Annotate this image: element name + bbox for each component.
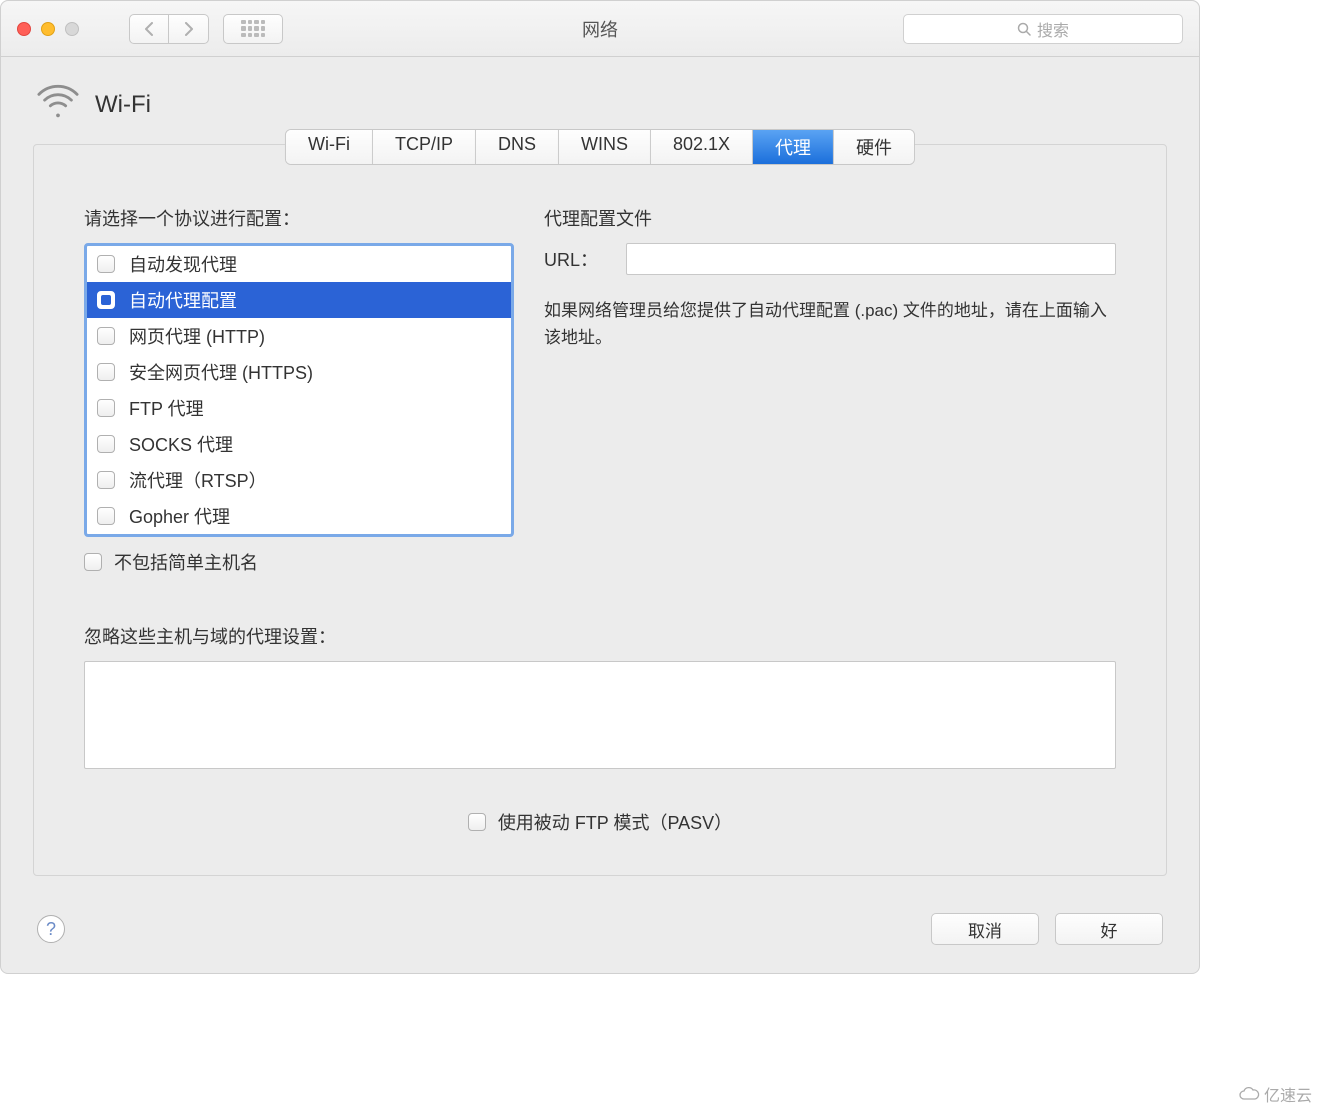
chevron-left-icon: [146, 23, 152, 35]
bypass-label: 忽略这些主机与域的代理设置：: [84, 623, 1116, 649]
protocol-select-label: 请选择一个协议进行配置：: [84, 205, 514, 231]
close-window-button[interactable]: [17, 22, 31, 36]
tab-dns[interactable]: DNS: [476, 130, 559, 164]
protocol-item[interactable]: SOCKS 代理: [87, 426, 511, 462]
search-input[interactable]: 搜索: [903, 14, 1183, 44]
settings-panel: Wi-FiTCP/IPDNSWINS802.1X代理硬件 请选择一个协议进行配置…: [33, 144, 1167, 876]
protocol-checkbox[interactable]: [97, 255, 115, 273]
right-column: 代理配置文件 URL： 如果网络管理员给您提供了自动代理配置 (.pac) 文件…: [544, 205, 1116, 575]
minimize-window-button[interactable]: [41, 22, 55, 36]
protocol-label: FTP 代理: [129, 395, 204, 421]
watermark: 亿速云: [1238, 1082, 1312, 1106]
protocol-label: 流代理（RTSP）: [129, 467, 267, 493]
panel-body: 请选择一个协议进行配置： 自动发现代理自动代理配置网页代理 (HTTP) 安全网页…: [34, 145, 1166, 595]
search-icon: [1017, 22, 1031, 36]
protocol-label: 自动发现代理: [129, 251, 237, 277]
protocol-item[interactable]: 自动代理配置: [87, 282, 511, 318]
back-button[interactable]: [129, 14, 169, 44]
protocol-checkbox[interactable]: [97, 363, 115, 381]
bypass-textarea[interactable]: [84, 661, 1116, 769]
watermark-text: 亿速云: [1264, 1082, 1312, 1106]
protocol-label: 安全网页代理 (HTTPS): [129, 359, 313, 385]
chevron-right-icon: [186, 23, 192, 35]
protocol-checkbox[interactable]: [97, 435, 115, 453]
pasv-row: 使用被动 FTP 模式（PASV）: [84, 797, 1116, 835]
window-title: 网络: [582, 16, 618, 42]
protocol-item[interactable]: 安全网页代理 (HTTPS): [87, 354, 511, 390]
button-row: 取消 好: [931, 913, 1163, 945]
help-button[interactable]: ?: [37, 915, 65, 943]
show-all-button[interactable]: [223, 14, 283, 44]
forward-button[interactable]: [169, 14, 209, 44]
protocol-item[interactable]: 网页代理 (HTTP): [87, 318, 511, 354]
protocol-label: SOCKS 代理: [129, 431, 233, 457]
pasv-checkbox[interactable]: [468, 813, 486, 831]
protocol-item[interactable]: 流代理（RTSP）: [87, 462, 511, 498]
search-placeholder: 搜索: [1037, 17, 1069, 41]
protocol-label: 自动代理配置: [129, 287, 237, 313]
protocol-checkbox[interactable]: [97, 327, 115, 345]
ok-button[interactable]: 好: [1055, 913, 1163, 945]
protocol-checkbox[interactable]: [97, 507, 115, 525]
cancel-button[interactable]: 取消: [931, 913, 1039, 945]
exclude-simple-label: 不包括简单主机名: [114, 549, 258, 575]
preferences-window: 网络 搜索 Wi-Fi Wi-FiTCP/IPDNSWINS802.1X代理硬件…: [0, 0, 1200, 974]
pasv-label: 使用被动 FTP 模式（PASV）: [498, 809, 732, 835]
tab-bar: Wi-FiTCP/IPDNSWINS802.1X代理硬件: [285, 129, 915, 165]
pac-heading: 代理配置文件: [544, 205, 1116, 231]
exclude-simple-row: 不包括简单主机名: [84, 549, 514, 575]
wifi-icon: [37, 81, 79, 128]
exclude-simple-checkbox[interactable]: [84, 553, 102, 571]
protocol-item[interactable]: FTP 代理: [87, 390, 511, 426]
tab-8021x[interactable]: 802.1X: [651, 130, 753, 164]
protocol-checkbox[interactable]: [97, 471, 115, 489]
url-row: URL：: [544, 243, 1116, 275]
tab-tcpip[interactable]: TCP/IP: [373, 130, 476, 164]
content-area: Wi-Fi Wi-FiTCP/IPDNSWINS802.1X代理硬件 请选择一个…: [1, 57, 1199, 876]
traffic-lights: [17, 22, 79, 36]
url-input[interactable]: [626, 243, 1116, 275]
protocol-item[interactable]: Gopher 代理: [87, 498, 511, 534]
protocol-checkbox[interactable]: [97, 291, 115, 309]
titlebar: 网络 搜索: [1, 1, 1199, 57]
zoom-window-button[interactable]: [65, 22, 79, 36]
tab-[interactable]: 硬件: [834, 130, 914, 164]
pac-description: 如果网络管理员给您提供了自动代理配置 (.pac) 文件的地址，请在上面输入该地…: [544, 297, 1116, 351]
protocol-item[interactable]: 自动发现代理: [87, 246, 511, 282]
protocol-label: 网页代理 (HTTP): [129, 323, 265, 349]
tab-wins[interactable]: WINS: [559, 130, 651, 164]
url-label: URL：: [544, 246, 614, 272]
tab-wifi[interactable]: Wi-Fi: [286, 130, 373, 164]
protocol-list[interactable]: 自动发现代理自动代理配置网页代理 (HTTP) 安全网页代理 (HTTPS) FTP…: [84, 243, 514, 537]
grid-icon: [241, 20, 265, 38]
left-column: 请选择一个协议进行配置： 自动发现代理自动代理配置网页代理 (HTTP) 安全网页…: [84, 205, 514, 575]
tab-[interactable]: 代理: [753, 130, 834, 164]
bypass-section: 忽略这些主机与域的代理设置： 使用被动 FTP 模式（PASV）: [34, 595, 1166, 845]
protocol-checkbox[interactable]: [97, 399, 115, 417]
interface-name: Wi-Fi: [95, 91, 151, 119]
protocol-label: Gopher 代理: [129, 503, 230, 529]
nav-buttons: [129, 14, 209, 44]
cloud-icon: [1238, 1086, 1260, 1102]
